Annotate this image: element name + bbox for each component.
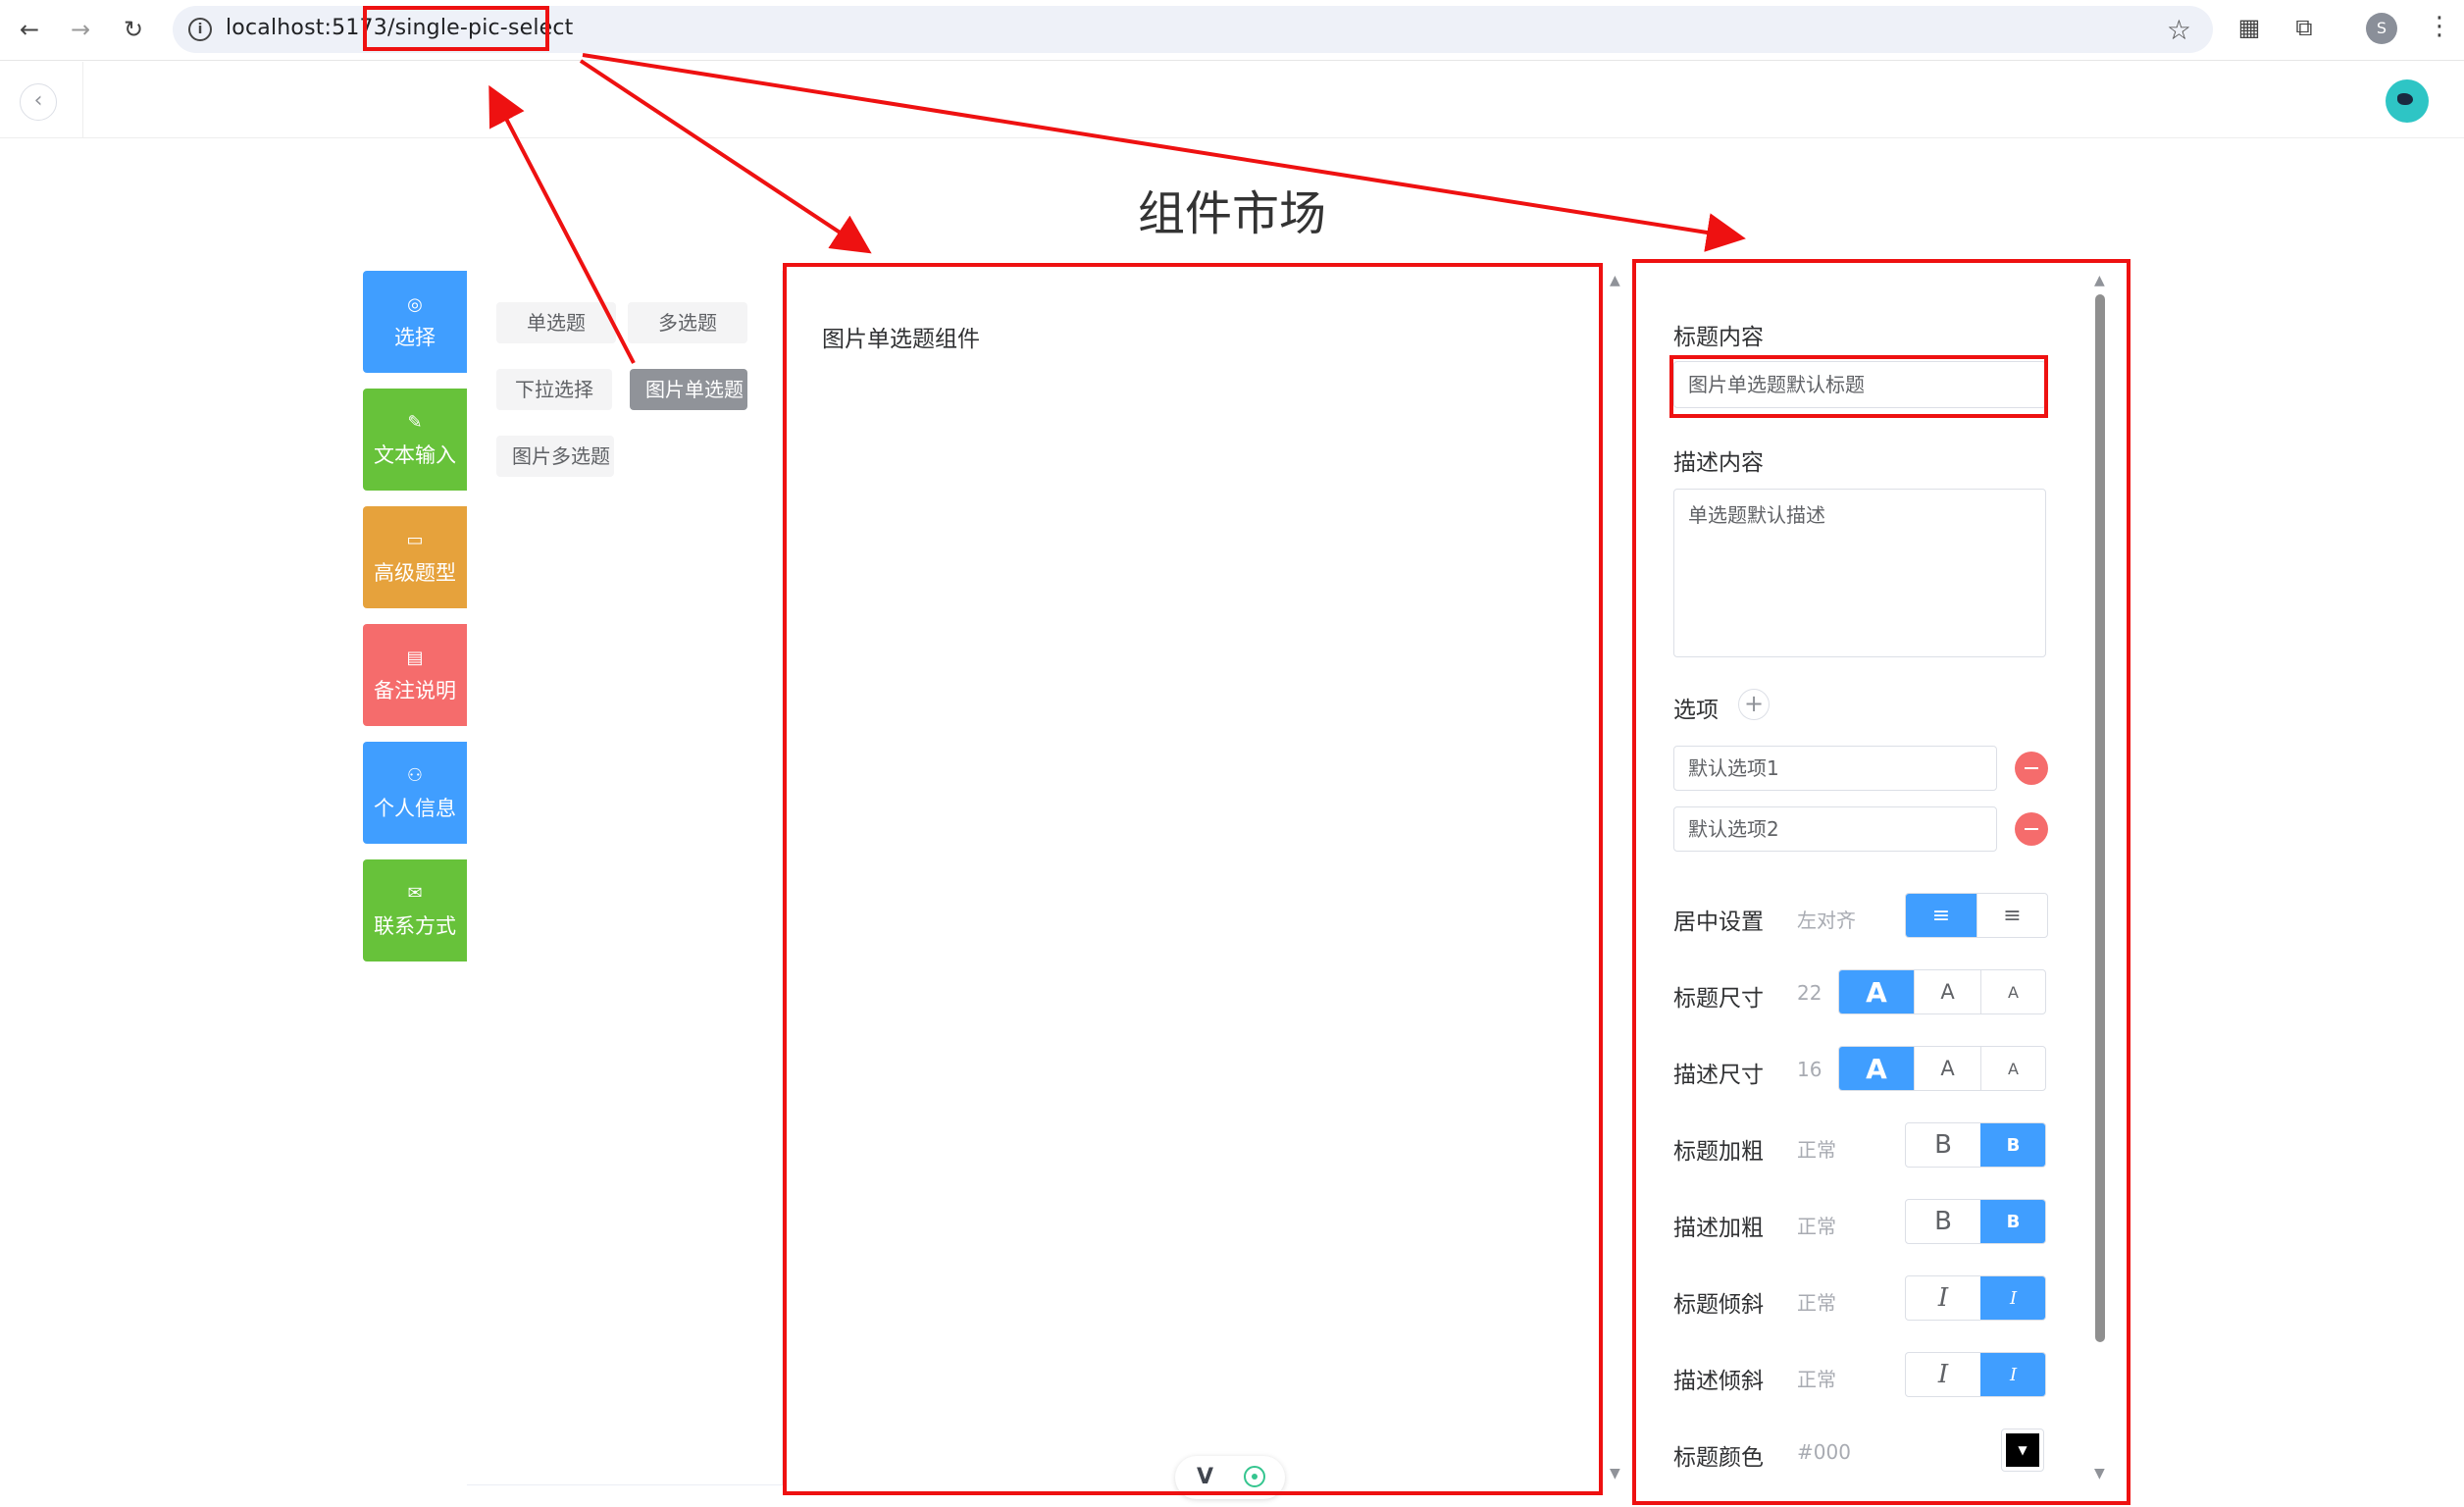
annotation-arrow bbox=[579, 59, 872, 254]
annotation-arrow bbox=[488, 84, 636, 364]
annotation-arrow bbox=[582, 53, 1746, 252]
annotation-arrows bbox=[488, 53, 1746, 364]
